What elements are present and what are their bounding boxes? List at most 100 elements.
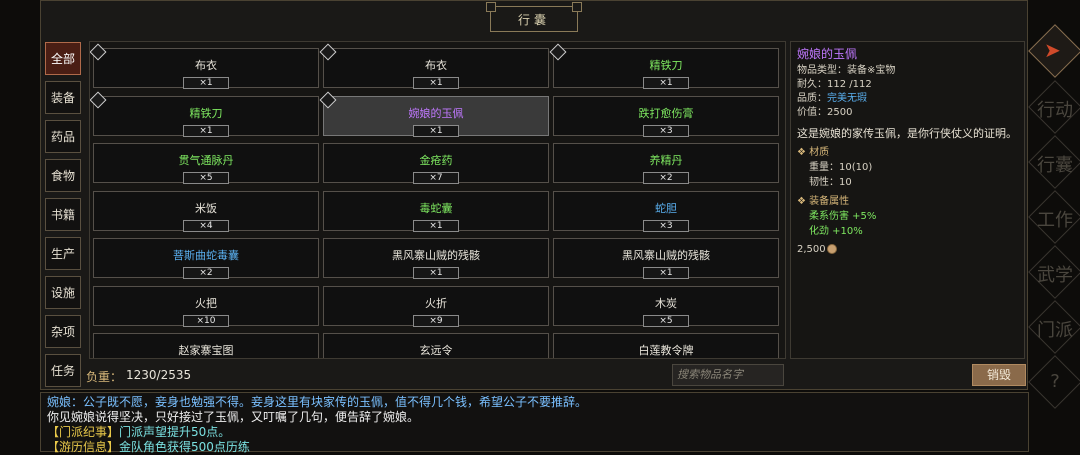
detail-quality-label: 品质：	[797, 93, 827, 104]
category-tab[interactable]: 药品	[45, 120, 81, 153]
item-slot[interactable]: 婉娘的玉佩 ×1	[319, 91, 549, 137]
item-quantity: ×2	[643, 172, 689, 184]
message-log: 婉娘：公子既不愿，妾身也勉强不得。妾身这里有块家传的玉佩，值不得几个钱，希望公子…	[40, 392, 1029, 455]
item-name: 蛇胆	[655, 201, 677, 215]
item-name: 火把	[195, 296, 217, 310]
item-quantity: ×1	[183, 124, 229, 137]
category-tab[interactable]: 装备	[45, 81, 81, 114]
detail-quality: 品质：完美无瑕	[797, 92, 1018, 106]
category-tab[interactable]: 食物	[45, 159, 81, 192]
item-slot[interactable]: 火把 ×10	[93, 285, 319, 327]
right-sidebar: ➤ 行动 行囊 工作 武学 门派?	[1028, 0, 1080, 446]
item-name: 赵家寨宝图	[178, 344, 234, 357]
item-slot[interactable]: 布衣 ×1	[90, 43, 319, 89]
item-quantity: ×5	[643, 314, 689, 327]
category-tab[interactable]: 设施	[45, 276, 81, 309]
item-name: 玄远令	[419, 344, 453, 357]
item-name: 木炭	[655, 296, 677, 310]
side-nav-label: 武学	[1037, 265, 1073, 286]
item-quantity: ×1	[413, 267, 459, 279]
item-slot[interactable]: 赵家寨宝图	[93, 333, 319, 358]
item-name: 布衣	[425, 59, 447, 72]
detail-quality-value: 完美无瑕	[827, 93, 867, 104]
side-nav-label: 行动	[1037, 100, 1073, 121]
weight-label: 负重：	[86, 370, 123, 384]
detail-item-name: 婉娘的玉佩	[797, 47, 858, 61]
detail-attr-2: 化劲 +10%	[809, 226, 863, 237]
item-quantity: ×5	[183, 172, 229, 184]
log-text: 金队角色获得500点历练	[119, 440, 250, 454]
item-name: 黑风寨山贼的残骸	[622, 249, 710, 262]
item-name: 跌打愈伤膏	[638, 106, 694, 120]
item-slot[interactable]: 黑风寨山贼的残骸 ×1	[323, 238, 549, 279]
detail-weight: 重量：10(10)	[809, 162, 873, 173]
item-name: 养精丹	[649, 154, 683, 167]
coin-icon	[826, 244, 837, 254]
item-grid[interactable]: 布衣 ×1 布衣 ×1 精铁刀 ×1 精铁刀 ×1 婉娘的玉佩 ×1 跌打愈伤膏 ×3 贯气通脉丹 ×5 金…	[89, 41, 786, 359]
item-quantity: ×3	[643, 219, 689, 232]
item-name: 贯气通脉丹	[178, 154, 234, 167]
item-slot[interactable]: 菩斯曲蛇毒囊 ×2	[93, 238, 319, 279]
item-quantity: ×1	[413, 77, 459, 89]
side-nav-label: 工作	[1037, 210, 1073, 231]
log-tag: 【游历信息】	[47, 440, 120, 454]
destroy-button[interactable]: 销毁	[972, 364, 1026, 386]
category-tabs: 全部装备药品食物书籍生产设施杂项任务	[45, 42, 81, 393]
detail-price: 价值：2500	[797, 107, 853, 118]
category-tab[interactable]: 书籍	[45, 198, 81, 231]
weight-value: 1230/2535	[126, 368, 192, 382]
item-detail-panel: 婉娘的玉佩 物品类型：装备※宝物 耐久：112 /112 品质：完美无瑕 价值：…	[790, 41, 1025, 359]
item-slot[interactable]: 蛇胆 ×3	[553, 190, 779, 232]
detail-coins: 2,500	[797, 243, 1018, 257]
item-name: 火折	[425, 296, 447, 310]
side-nav-label: ?	[1050, 371, 1060, 392]
category-tab[interactable]: 全部	[45, 42, 81, 75]
attribute-header: ❖ 装备属性	[797, 196, 850, 207]
item-name: 黑风寨山贼的残骸	[392, 249, 480, 262]
detail-toughness: 韧性：10	[809, 177, 852, 188]
item-quantity: ×10	[183, 314, 229, 327]
item-slot[interactable]: 米饭 ×4	[93, 190, 319, 232]
side-nav-label: 门派	[1037, 320, 1073, 341]
window-title: 行囊	[486, 2, 582, 32]
log-tag: 【门派纪事】	[47, 425, 120, 439]
category-tab[interactable]: 生产	[45, 237, 81, 270]
item-quantity: ×1	[413, 124, 459, 137]
coin-amount: 2,500	[797, 244, 826, 255]
item-slot[interactable]: 玄远令	[323, 333, 549, 358]
log-text: 门派声望提升50点。	[119, 425, 231, 439]
detail-type: 物品类型：装备※宝物	[797, 65, 896, 76]
item-slot[interactable]: 黑风寨山贼的残骸 ×1	[553, 238, 779, 279]
item-slot[interactable]: 白莲教令牌	[553, 333, 779, 358]
item-slot[interactable]: 精铁刀 ×1	[549, 43, 779, 89]
item-slot[interactable]: 毒蛇囊 ×1	[323, 190, 549, 232]
item-slot[interactable]: 贯气通脉丹 ×5	[93, 143, 319, 184]
item-slot[interactable]: 跌打愈伤膏 ×3	[553, 95, 779, 137]
item-slot[interactable]: 养精丹 ×2	[553, 143, 779, 184]
detail-description: 这是婉娘的家传玉佩，是你行侠仗义的证明。	[797, 127, 1017, 140]
item-quantity: ×7	[413, 172, 459, 184]
search-input[interactable]: 搜索物品名字	[672, 364, 784, 386]
item-slot[interactable]: 精铁刀 ×1	[90, 91, 319, 137]
item-name: 布衣	[195, 59, 217, 72]
log-line: 【门派纪事】门派声望提升50点。	[47, 425, 1022, 440]
item-slot[interactable]: 金疮药 ×7	[323, 143, 549, 184]
item-name: 精铁刀	[649, 59, 683, 72]
category-tab[interactable]: 任务	[45, 354, 81, 387]
item-name: 白莲教令牌	[638, 344, 694, 357]
log-line: 婉娘：公子既不愿，妾身也勉强不得。妾身这里有块家传的玉佩，值不得几个钱，希望公子…	[47, 395, 588, 409]
item-name: 毒蛇囊	[419, 201, 453, 215]
item-name: 金疮药	[419, 154, 453, 167]
item-quantity: ×9	[413, 314, 459, 327]
item-slot[interactable]: 木炭 ×5	[553, 285, 779, 327]
item-quantity: ×1	[413, 219, 459, 232]
category-tab[interactable]: 杂项	[45, 315, 81, 348]
material-header: ❖ 材质	[797, 147, 830, 158]
item-slot[interactable]: 布衣 ×1	[319, 43, 549, 89]
log-line: 你见婉娘说得坚决，只好接过了玉佩，又叮嘱了几句，便告辞了婉娘。	[47, 410, 420, 424]
item-slot[interactable]: 火折 ×9	[323, 285, 549, 327]
side-nav-label: 行囊	[1037, 155, 1073, 176]
item-quantity: ×2	[183, 267, 229, 279]
log-line: 【游历信息】金队角色获得500点历练	[47, 440, 1022, 455]
item-quantity: ×4	[183, 219, 229, 232]
